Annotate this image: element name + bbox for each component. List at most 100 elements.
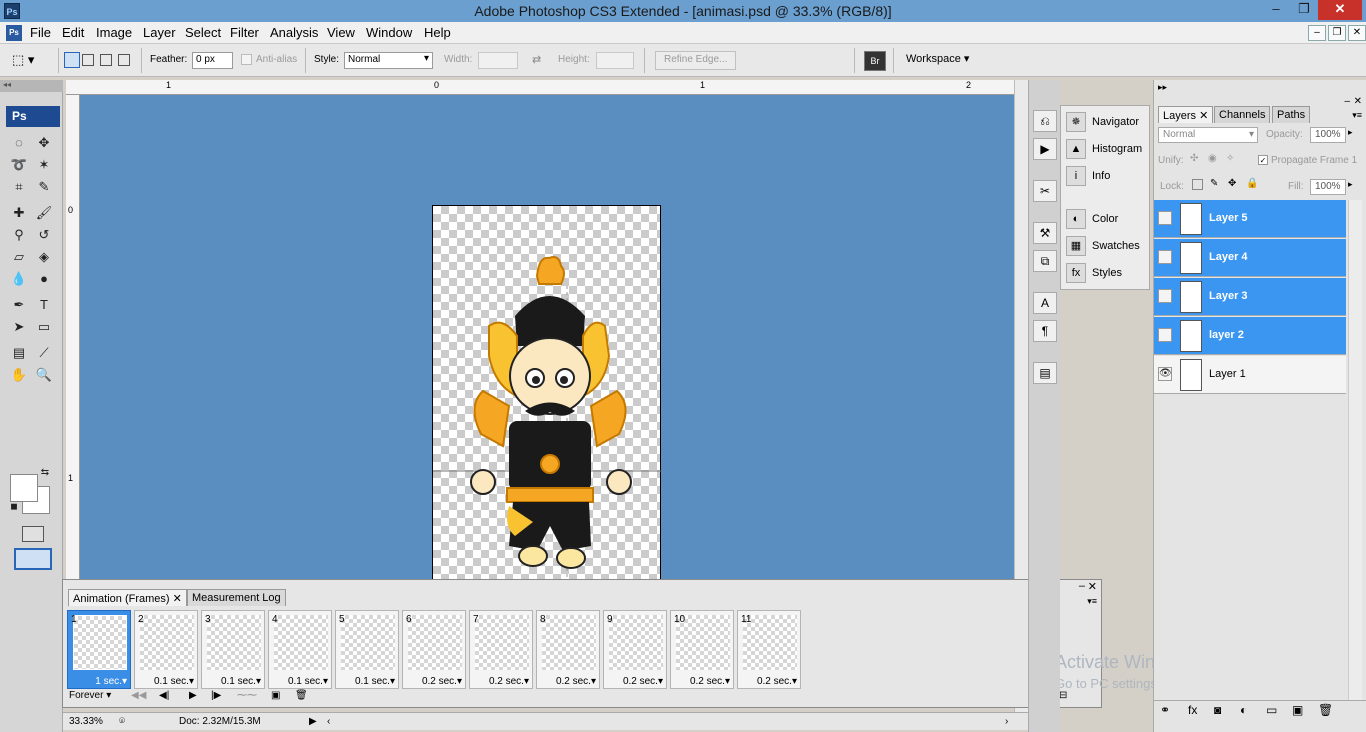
animation-frame[interactable]: 6 0.2 sec.▾ [402,610,466,689]
minimize-button[interactable]: – [1262,0,1290,20]
menu-layer[interactable]: Layer [143,25,176,40]
tab-channels[interactable]: Channels [1214,106,1271,123]
dock-navigator[interactable]: ✵ Navigator [1061,109,1151,135]
new-selection-icon[interactable] [64,52,80,68]
doc-restore-button[interactable]: ❐ [1328,25,1346,41]
paragraph-icon[interactable]: ¶ [1033,320,1057,342]
animation-frame[interactable]: 7 0.2 sec.▾ [469,610,533,689]
new-group-icon[interactable]: ▭ [1266,703,1277,717]
maximize-button[interactable]: ❐ [1290,0,1318,20]
zoom-tool-icon[interactable]: 🔍 [33,364,55,386]
history-icon[interactable]: ⎌ [1033,110,1057,132]
default-colors-icon[interactable]: ◼ [8,500,20,512]
animation-frame[interactable]: 5 0.1 sec.▾ [335,610,399,689]
layer-row[interactable]: 👁 Layer 1 [1154,356,1346,394]
tab-animation-frames[interactable]: Animation (Frames) ✕ [68,589,187,606]
visibility-eye-icon[interactable]: 👁 [1158,367,1172,381]
dock-histogram[interactable]: ▲ Histogram [1061,136,1151,162]
crop-tool-icon[interactable]: ⌗ [8,176,30,198]
pen-tool-icon[interactable]: ✒ [8,294,30,316]
marquee-tool-icon[interactable]: ◌ [8,132,30,154]
propagate-checkbox[interactable]: ✓ [1258,155,1268,165]
slice-tool-icon[interactable]: ✎ [33,176,55,198]
layer-row[interactable]: layer 2 [1154,317,1346,355]
visibility-eye-icon[interactable] [1158,289,1172,303]
unify-position-icon[interactable]: ✣ [1190,153,1198,164]
status-menu-icon[interactable]: ▶ [309,716,317,727]
clone-source-icon[interactable]: ⧉ [1033,250,1057,272]
play-icon[interactable]: ▶ [189,690,197,701]
status-icon[interactable]: ⌾ [119,716,125,727]
unify-visibility-icon[interactable]: ◉ [1208,153,1217,164]
animation-frame[interactable]: 9 0.2 sec.▾ [603,610,667,689]
width-input[interactable] [478,52,518,69]
dock-info[interactable]: i Info [1061,163,1151,189]
frame-delay[interactable]: 0.2 sec.▾ [489,676,529,687]
frame-delay[interactable]: 0.2 sec.▾ [556,676,596,687]
animation-frame[interactable]: 11 0.2 sec.▾ [737,610,801,689]
dock-swatches[interactable]: ▦ Swatches [1061,233,1151,259]
eyedropper-tool-icon[interactable]: ⟋ [33,342,55,364]
opacity-input[interactable]: 100% [1310,127,1346,143]
fill-arrow-icon[interactable]: ▸ [1348,179,1353,190]
magic-wand-tool-icon[interactable]: ✶ [33,154,55,176]
layer-row[interactable]: Layer 4 [1154,239,1346,277]
delete-layer-icon[interactable]: 🗑 [1318,703,1333,717]
frame-delay[interactable]: 0.2 sec.▾ [690,676,730,687]
lasso-tool-icon[interactable]: ➰ [8,154,30,176]
visibility-eye-icon[interactable] [1158,211,1172,225]
tween-icon[interactable]: ⁓⁓ [237,690,257,701]
panel-collapse-icon[interactable]: ▸▸ [1158,82,1167,93]
previous-frame-icon[interactable]: ◀| [159,690,169,701]
actions-icon[interactable]: ▶ [1033,138,1057,160]
tab-layers[interactable]: Layers ✕ [1158,106,1214,123]
menu-analysis[interactable]: Analysis [270,25,318,40]
quick-mask-button[interactable] [22,526,44,542]
subtract-selection-icon[interactable] [100,54,112,66]
new-layer-icon[interactable]: ▣ [1292,703,1303,717]
tool-presets-icon[interactable]: ✂ [1033,180,1057,202]
animation-frame[interactable]: 4 0.1 sec.▾ [268,610,332,689]
notes-tool-icon[interactable]: ▤ [8,342,30,364]
frame-delay[interactable]: 0.2 sec.▾ [422,676,462,687]
move-tool-icon[interactable]: ✥ [33,132,55,154]
animation-frame[interactable]: 10 0.2 sec.▾ [670,610,734,689]
healing-brush-tool-icon[interactable]: ✚ [8,202,30,224]
tab-measurement-log[interactable]: Measurement Log [187,589,286,606]
doc-minimize-button[interactable]: – [1308,25,1326,41]
lock-transparency-icon[interactable] [1192,179,1203,190]
menu-edit[interactable]: Edit [62,25,84,40]
frame-delay[interactable]: 0.2 sec.▾ [623,676,663,687]
antialias-checkbox[interactable] [241,54,252,65]
duplicate-frame-icon[interactable]: ▣ [271,690,280,701]
next-frame-icon[interactable]: |▶ [211,690,221,701]
add-mask-icon[interactable]: ◙ [1214,703,1221,717]
marquee-tool-preset-icon[interactable]: ⬚ ▾ [12,52,48,70]
blend-mode-select[interactable]: Normal ▾ [1158,127,1258,143]
document-canvas[interactable] [432,205,662,580]
opacity-arrow-icon[interactable]: ▸ [1348,127,1353,138]
lock-position-icon[interactable]: ✥ [1228,178,1236,189]
layer-style-icon[interactable]: fx [1188,703,1197,717]
layers-scrollbar[interactable] [1348,200,1362,700]
unify-style-icon[interactable]: ✧ [1226,153,1234,164]
lock-all-icon[interactable]: 🔒 [1246,178,1258,189]
refine-edge-button[interactable]: Refine Edge... [655,51,737,70]
style-select[interactable]: Normal ▾ [344,52,433,69]
layer-row[interactable]: Layer 3 [1154,278,1346,316]
lock-pixels-icon[interactable]: ✎ [1210,178,1218,189]
animation-frame[interactable]: 1 1 sec.▾ [67,610,131,689]
workspace-button[interactable]: Workspace ▾ [906,52,969,65]
foreground-color-swatch[interactable] [10,474,38,502]
menu-help[interactable]: Help [424,25,451,40]
scroll-right-icon[interactable]: › [1005,716,1008,727]
delete-frame-icon[interactable]: 🗑 [295,690,308,701]
menu-file[interactable]: File [30,25,51,40]
height-input[interactable] [596,52,634,69]
paint-bucket-tool-icon[interactable]: ◈ [33,246,55,268]
adjustment-layer-icon[interactable]: ◐ [1240,703,1247,717]
layer-row[interactable]: Layer 5 [1154,200,1346,238]
menu-view[interactable]: View [327,25,355,40]
menu-select[interactable]: Select [185,25,221,40]
tab-paths[interactable]: Paths [1272,106,1311,123]
